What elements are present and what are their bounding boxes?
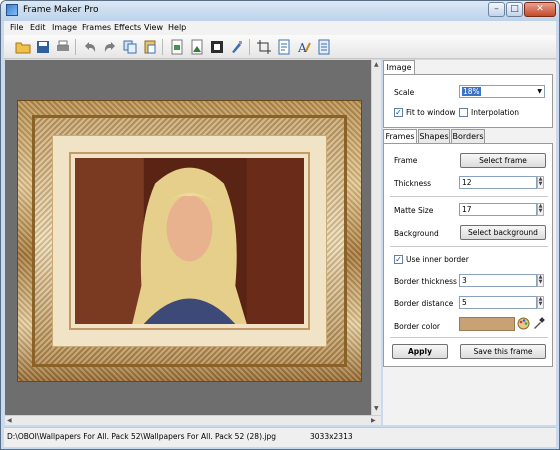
background-label: Background — [394, 229, 439, 238]
ornate-frame — [17, 100, 362, 382]
image-icon[interactable] — [169, 39, 185, 55]
divider — [390, 246, 548, 247]
save-frame-button[interactable]: Save this frame — [460, 344, 546, 359]
properties-panel: Image Scale 18% ▼ ✓ Fit to window Interp… — [383, 60, 556, 425]
scale-value: 18% — [462, 87, 481, 96]
inner-border — [69, 152, 310, 330]
matte — [52, 135, 327, 347]
border-color-label: Border color — [394, 322, 440, 331]
file-path: D:\OBOI\Wallpapers For All. Pack 52\Wall… — [7, 432, 276, 441]
window-title: Frame Maker Pro — [23, 5, 99, 15]
thickness-input[interactable]: 12 — [459, 176, 537, 189]
frames-tab-body: Frame Select frame Thickness 12 ▲ ▼ Matte… — [383, 143, 553, 367]
vertical-scrollbar[interactable]: ▲ ▼ — [371, 60, 381, 415]
border-distance-input[interactable]: 5 — [459, 296, 537, 309]
menu-help[interactable]: Help — [168, 23, 186, 32]
menu-bar: File Edit Image Frames Effects View Help — [4, 21, 556, 35]
divider — [390, 337, 548, 338]
divider — [390, 196, 548, 197]
status-bar: D:\OBOI\Wallpapers For All. Pack 52\Wall… — [4, 427, 556, 447]
toolbar-separator — [162, 39, 163, 55]
thickness-label: Thickness — [394, 179, 432, 188]
image-dimensions: 3033x2313 — [310, 432, 353, 441]
print-icon[interactable] — [55, 39, 71, 55]
eyedropper-icon[interactable] — [532, 317, 545, 330]
tab-frames[interactable]: Frames — [383, 129, 417, 143]
scroll-down-icon[interactable]: ▼ — [374, 405, 379, 412]
border-thickness-input[interactable]: 3 — [459, 274, 537, 287]
palette-icon[interactable] — [517, 317, 530, 330]
thickness-stepper[interactable]: ▲ ▼ — [537, 176, 544, 189]
menu-file[interactable]: File — [10, 23, 23, 32]
matte-size-stepper[interactable]: ▲ ▼ — [537, 203, 544, 216]
portrait-photo — [75, 158, 304, 324]
scroll-up-icon[interactable]: ▲ — [374, 61, 379, 68]
matte-size-label: Matte Size — [394, 206, 434, 215]
properties-icon[interactable] — [316, 39, 332, 55]
tab-shapes[interactable]: Shapes — [418, 129, 450, 143]
menu-image[interactable]: Image — [52, 23, 77, 32]
select-background-button[interactable]: Select background — [460, 225, 546, 240]
use-inner-border-checkbox[interactable]: ✓ — [394, 255, 403, 264]
use-inner-border-label: Use inner border — [406, 255, 469, 264]
border-distance-stepper[interactable]: ▲ ▼ — [537, 296, 544, 309]
border-thickness-stepper[interactable]: ▲ ▼ — [537, 274, 544, 287]
menu-view[interactable]: View — [144, 23, 163, 32]
redo-icon[interactable] — [102, 39, 118, 55]
scale-dropdown[interactable]: 18% ▼ — [459, 85, 545, 98]
image-tab-body: Scale 18% ▼ ✓ Fit to window Interpolatio… — [383, 74, 553, 128]
menu-edit[interactable]: Edit — [30, 23, 46, 32]
undo-icon[interactable] — [82, 39, 98, 55]
menu-frames[interactable]: Frames — [82, 23, 111, 32]
app-window: Frame Maker Pro – □ ✕ File Edit Image Fr… — [0, 0, 560, 450]
tab-borders[interactable]: Borders — [451, 129, 485, 143]
text-icon[interactable]: A — [296, 39, 312, 55]
select-frame-button[interactable]: Select frame — [460, 153, 546, 168]
tab-image[interactable]: Image — [383, 60, 415, 74]
close-button[interactable]: ✕ — [524, 2, 556, 17]
picture-icon[interactable] — [189, 39, 205, 55]
menu-effects[interactable]: Effects — [114, 23, 141, 32]
interpolation-label: Interpolation — [471, 108, 519, 117]
crop-icon[interactable] — [256, 39, 272, 55]
toolbar-separator — [249, 39, 250, 55]
save-icon[interactable] — [35, 39, 51, 55]
maximize-button[interactable]: □ — [506, 2, 523, 17]
chevron-down-icon: ▼ — [537, 88, 542, 95]
open-folder-icon[interactable] — [15, 39, 31, 55]
scroll-left-icon[interactable]: ◀ — [7, 417, 12, 424]
minimize-button[interactable]: – — [488, 2, 505, 17]
matte-size-input[interactable]: 17 — [459, 203, 537, 216]
apply-button[interactable]: Apply — [392, 344, 448, 359]
border-distance-label: Border distance — [394, 299, 454, 308]
fit-to-window-checkbox[interactable]: ✓ — [394, 108, 403, 117]
interpolation-checkbox[interactable] — [459, 108, 468, 117]
frame-icon[interactable] — [209, 39, 225, 55]
frame-label: Frame — [394, 156, 418, 165]
copy-icon[interactable] — [122, 39, 138, 55]
scroll-right-icon[interactable]: ▶ — [371, 417, 376, 424]
document-icon[interactable] — [276, 39, 292, 55]
toolbar-separator — [75, 39, 76, 55]
scale-label: Scale — [394, 88, 415, 97]
paste-icon[interactable] — [142, 39, 158, 55]
horizontal-scrollbar[interactable]: ◀ ▶ — [5, 415, 381, 425]
border-color-swatch[interactable] — [459, 317, 515, 331]
svg-text:A: A — [297, 41, 307, 55]
app-icon — [6, 4, 18, 16]
brush-icon[interactable] — [229, 39, 245, 55]
toolbar: A — [4, 35, 556, 59]
border-thickness-label: Border thickness — [394, 277, 457, 286]
title-bar[interactable]: Frame Maker Pro – □ ✕ — [1, 1, 559, 21]
fit-to-window-label: Fit to window — [406, 108, 456, 117]
